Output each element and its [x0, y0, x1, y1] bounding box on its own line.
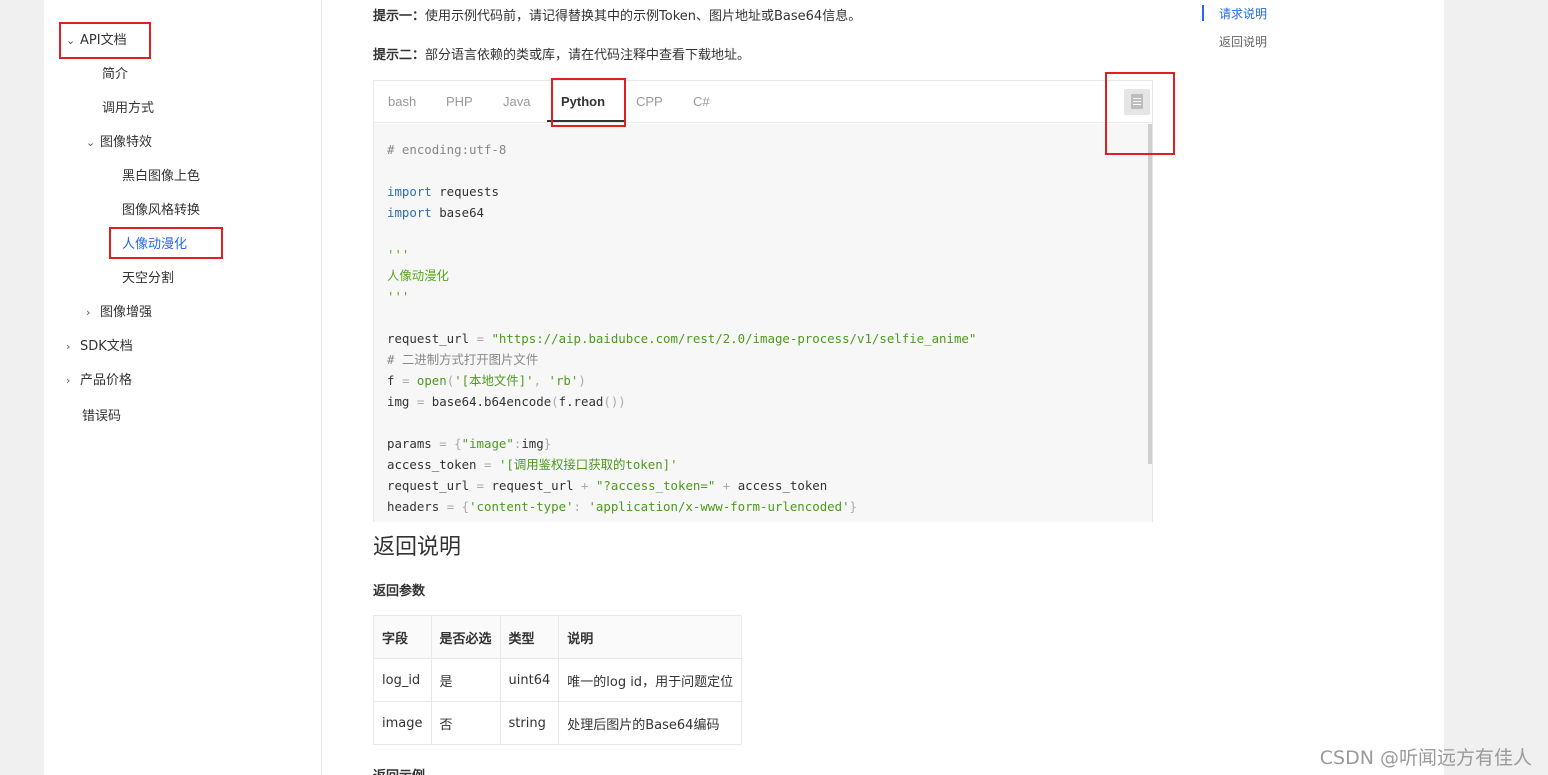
toc-item-response[interactable]: 返回说明 [1219, 33, 1267, 50]
return-params-table: 字段 是否必选 类型 说明 log_id 是 uint64 唯一的log id，… [373, 615, 743, 745]
toc-item-request[interactable]: 请求说明 [1219, 5, 1267, 22]
table-row: image 否 string 处理后图片的Base64编码 [373, 701, 743, 745]
language-tabs: bash PHP Java Python CPP C# [374, 81, 1152, 123]
tab-bash[interactable]: bash [388, 94, 416, 109]
nav-colorize[interactable]: 黑白图像上色 [122, 168, 200, 186]
return-section-title: 返回说明 [373, 535, 462, 560]
return-example-title: 返回示例 [373, 765, 425, 775]
left-nav: ⌄ API文档 简介 调用方式 ⌄ 图像特效 黑白图像上色 图像风格转换 人像动漫化… [44, 0, 322, 775]
code-sample-card: bash PHP Java Python CPP C# # encoding:u… [373, 80, 1153, 522]
highlight-box-python-tab [551, 78, 626, 127]
table-cell: image [373, 701, 432, 745]
nav-intro[interactable]: 简介 [102, 66, 128, 84]
nav-sky-seg[interactable]: 天空分割 [122, 270, 174, 288]
code-block[interactable]: # encoding:utf-8 import requests import … [374, 124, 1152, 522]
nav-pricing[interactable]: › 产品价格 [66, 372, 132, 390]
chevron-right-icon: › [66, 340, 71, 353]
table-cell: 是 [430, 658, 501, 702]
watermark: CSDN @听闻远方有佳人 [1319, 747, 1532, 769]
tab-csharp[interactable]: C# [693, 94, 710, 109]
return-params-title: 返回参数 [373, 584, 426, 599]
table-row: log_id 是 uint64 唯一的log id，用于问题定位 [373, 658, 743, 702]
python-code: # encoding:utf-8 import requests import … [387, 142, 977, 514]
tab-java[interactable]: Java [503, 94, 530, 109]
nav-call-method[interactable]: 调用方式 [102, 100, 154, 118]
table-cell: 否 [430, 701, 501, 745]
tip-two: 提示二：部分语言依赖的类或库，请在代码注释中查看下载地址。 [373, 48, 751, 63]
chevron-down-icon: ⌄ [86, 136, 96, 149]
table-cell: 处理后图片的Base64编码 [558, 701, 743, 745]
highlight-box-api-docs [59, 22, 151, 59]
code-scrollbar[interactable] [1148, 124, 1152, 464]
tip-one: 提示一：使用示例代码前，请记得替换其中的示例Token、图片地址或Base64信… [373, 9, 862, 24]
chevron-right-icon: › [66, 374, 71, 387]
column-header: 字段 [373, 615, 432, 659]
toc-active-indicator [1202, 5, 1204, 21]
column-header: 说明 [558, 615, 743, 659]
table-header-row: 字段 是否必选 类型 说明 [373, 615, 743, 659]
table-cell: uint64 [499, 658, 560, 702]
page: ⌄ API文档 简介 调用方式 ⌄ 图像特效 黑白图像上色 图像风格转换 人像动漫化… [44, 0, 1444, 775]
nav-image-effects[interactable]: ⌄ 图像特效 [86, 134, 152, 152]
highlight-box-copy [1105, 72, 1175, 155]
chevron-right-icon: › [86, 306, 91, 319]
column-header: 是否必选 [430, 615, 501, 659]
column-header: 类型 [499, 615, 560, 659]
table-cell: 唯一的log id，用于问题定位 [558, 658, 743, 702]
tab-php[interactable]: PHP [446, 94, 473, 109]
table-cell: log_id [373, 658, 432, 702]
highlight-box-selfie-anime [109, 227, 223, 259]
nav-error-codes[interactable]: 错误码 [82, 408, 121, 426]
table-cell: string [499, 701, 560, 745]
nav-style-transfer[interactable]: 图像风格转换 [122, 202, 200, 220]
nav-sdk-docs[interactable]: › SDK文档 [66, 338, 133, 356]
tab-cpp[interactable]: CPP [636, 94, 663, 109]
nav-image-enhance[interactable]: › 图像增强 [86, 304, 152, 322]
